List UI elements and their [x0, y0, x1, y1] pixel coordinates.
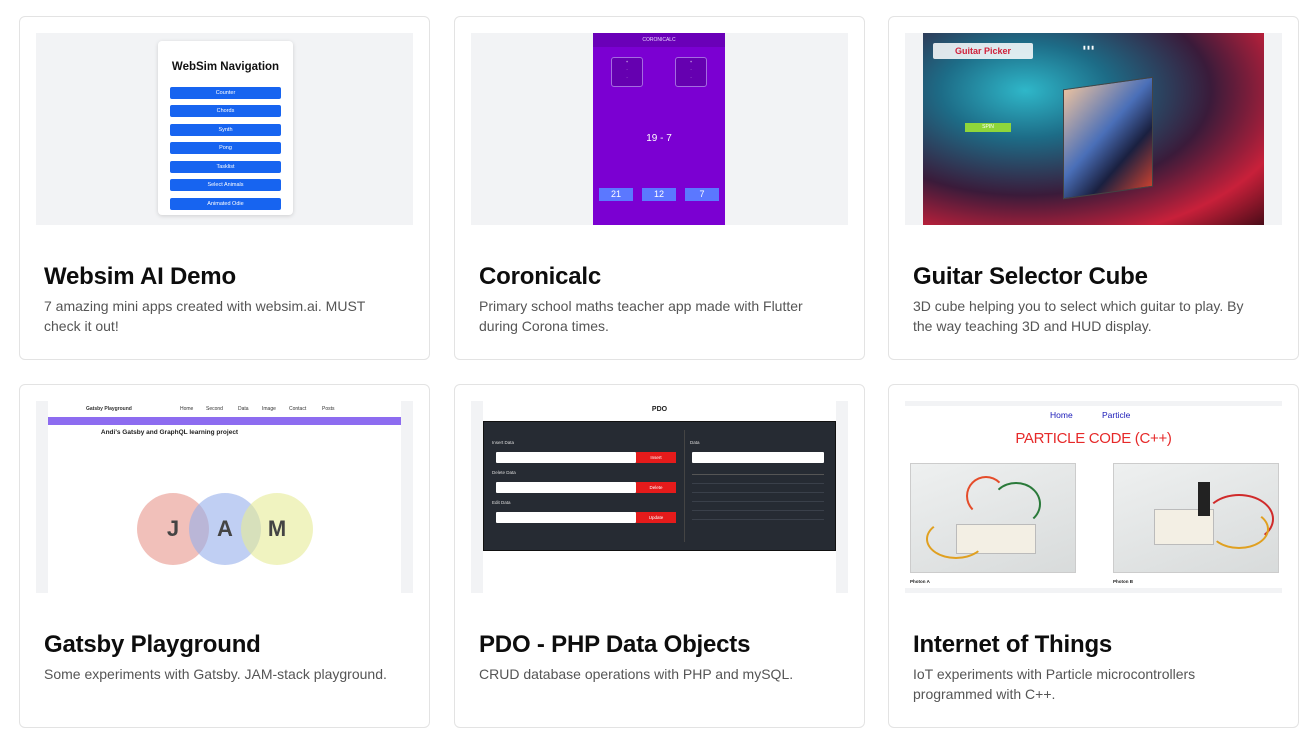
- coronicalc-answer: 12: [642, 188, 676, 201]
- photo-caption: Photon A: [910, 579, 930, 584]
- websim-button: Synth: [170, 124, 281, 136]
- card-title[interactable]: Internet of Things: [913, 631, 1112, 659]
- pdo-search: [692, 452, 824, 463]
- pdo-divider: [684, 430, 685, 542]
- photon-b-photo: [1113, 463, 1279, 573]
- project-card-iot[interactable]: Home Particle PARTICLE CODE (C++) Photon…: [888, 384, 1299, 728]
- pdo-section-label: Insert Data: [492, 440, 515, 445]
- gatsby-accent-bar: [48, 417, 401, 425]
- gatsby-nav-item: Image: [262, 406, 276, 412]
- iot-page: Home Particle PARTICLE CODE (C++) Photon…: [905, 406, 1282, 588]
- gatsby-nav-item: Contact: [289, 406, 307, 412]
- pdo-page: PDO Insert Data Insert Delete Data Delet…: [483, 401, 836, 593]
- pdo-section-label: Edit Data: [492, 500, 511, 505]
- card-title[interactable]: PDO - PHP Data Objects: [479, 631, 750, 659]
- coronicalc-question: 19 - 7: [646, 133, 672, 144]
- guitar-logo: Guitar Picker: [933, 43, 1033, 59]
- pdo-update-button: Update: [636, 512, 676, 523]
- websim-button: Chords: [170, 105, 281, 117]
- websim-button: Counter: [170, 87, 281, 99]
- guitar-hud-nav: ▮ ▮ ▮: [1083, 45, 1095, 51]
- gatsby-brand: Gatsby Playground: [86, 406, 132, 412]
- wire: [991, 482, 1041, 526]
- project-card-guitar[interactable]: Guitar Picker ▮ ▮ ▮ SPIN Guitar Selector…: [888, 16, 1299, 360]
- guitar-thumbnail[interactable]: Guitar Picker ▮ ▮ ▮ SPIN: [905, 33, 1282, 225]
- gatsby-nav-item: Data: [238, 406, 249, 412]
- gatsby-page: Gatsby Playground Home Second Data Image…: [48, 401, 401, 593]
- pdo-panel: Insert Data Insert Delete Data Delete Ed…: [483, 421, 836, 551]
- jam-circle: M: [241, 493, 313, 565]
- card-title[interactable]: Gatsby Playground: [44, 631, 261, 659]
- card-description: Some experiments with Gatsby. JAM-stack …: [44, 666, 387, 682]
- photon-a-photo: [910, 463, 1076, 573]
- websim-button: Tasklist: [170, 161, 281, 173]
- websim-button: Animated Odie: [170, 198, 281, 210]
- coronicalc-operand-box: + · ·: [675, 57, 707, 87]
- pdo-heading: PDO: [651, 406, 668, 413]
- pdo-section-label: Data: [690, 440, 700, 445]
- coronicalc-app-bar: CORONICALC: [593, 33, 725, 47]
- gatsby-nav-item: Home: [180, 406, 194, 412]
- websim-button: Select Animals: [170, 179, 281, 191]
- pdo-delete-button: Delete: [636, 482, 676, 493]
- guitar-spin-button: SPIN: [965, 123, 1011, 132]
- project-card-gatsby[interactable]: Gatsby Playground Home Second Data Image…: [19, 384, 430, 728]
- coronicalc-answer: 21: [599, 188, 633, 201]
- iot-thumbnail[interactable]: Home Particle PARTICLE CODE (C++) Photon…: [905, 401, 1282, 593]
- iot-nav-item: Particle: [1102, 410, 1131, 420]
- card-description: IoT experiments with Particle microcontr…: [913, 666, 1196, 702]
- photo-caption: Photon B: [1113, 579, 1133, 584]
- card-description: CRUD database operations with PHP and my…: [479, 666, 794, 682]
- project-card-pdo[interactable]: PDO Insert Data Insert Delete Data Delet…: [454, 384, 865, 728]
- pdo-input: [496, 452, 636, 463]
- guitar-cube: [1063, 76, 1153, 200]
- websim-thumbnail[interactable]: WebSim Navigation Counter Chords Synth P…: [36, 33, 413, 225]
- card-description: 7 amazing mini apps created with websim.…: [44, 298, 366, 334]
- card-description: Primary school maths teacher app made wi…: [479, 298, 803, 334]
- pdo-select: [496, 482, 636, 493]
- gatsby-thumbnail[interactable]: Gatsby Playground Home Second Data Image…: [36, 401, 413, 593]
- iot-nav-item: Home: [1050, 410, 1073, 420]
- gatsby-nav-item: Posts: [322, 406, 335, 412]
- project-card-websim[interactable]: WebSim Navigation Counter Chords Synth P…: [19, 16, 430, 360]
- gatsby-nav: Gatsby Playground Home Second Data Image…: [48, 403, 401, 415]
- pdo-section-label: Delete Data: [492, 470, 516, 475]
- pdo-data-table: [692, 474, 824, 524]
- guitar-scene-image: Guitar Picker ▮ ▮ ▮ SPIN: [923, 33, 1264, 225]
- coronicalc-answer: 7: [685, 188, 719, 201]
- wire: [1209, 509, 1269, 549]
- card-description: 3D cube helping you to select which guit…: [913, 298, 1244, 334]
- coronicalc-screen: CORONICALC + · · + · · 19 - 7 21 12 7: [593, 33, 725, 225]
- gatsby-heading: Andi's Gatsby and GraphQL learning proje…: [100, 429, 239, 436]
- gatsby-nav-item: Second: [206, 406, 223, 412]
- websim-heading: WebSim Navigation: [171, 61, 280, 73]
- websim-button: Pong: [170, 142, 281, 154]
- wire: [926, 519, 986, 559]
- pdo-insert-button: Insert: [636, 452, 676, 463]
- card-title[interactable]: Coronicalc: [479, 263, 601, 291]
- project-card-coronicalc[interactable]: CORONICALC + · · + · · 19 - 7 21 12 7 Coroni…: [454, 16, 865, 360]
- iot-heading: PARTICLE CODE (C++): [1015, 430, 1172, 447]
- coronicalc-thumbnail[interactable]: CORONICALC + · · + · · 19 - 7 21 12 7: [471, 33, 848, 225]
- websim-nav-panel: WebSim Navigation Counter Chords Synth P…: [158, 41, 293, 215]
- card-title[interactable]: Guitar Selector Cube: [913, 263, 1148, 291]
- coronicalc-operand-box: + · ·: [611, 57, 643, 87]
- pdo-thumbnail[interactable]: PDO Insert Data Insert Delete Data Delet…: [471, 401, 848, 593]
- card-title[interactable]: Websim AI Demo: [44, 263, 236, 291]
- pdo-select: [496, 512, 636, 523]
